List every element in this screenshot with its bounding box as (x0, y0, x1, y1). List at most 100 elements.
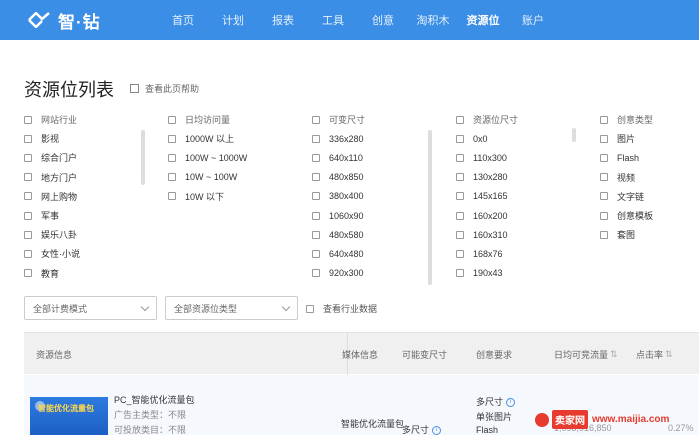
industry-scrollbar[interactable] (141, 130, 145, 185)
filter-option[interactable]: 文字链 (600, 187, 699, 206)
checkbox[interactable] (24, 115, 32, 124)
filter-option[interactable]: 影视 (24, 129, 144, 148)
filter-header[interactable]: 网站行业 (24, 110, 144, 129)
brand-logo[interactable]: 智·钻 (28, 8, 148, 33)
filter-option[interactable]: 160x310 (456, 225, 566, 244)
filter-option[interactable]: 100W ~ 1000W (168, 148, 298, 167)
filter-option[interactable]: 168x76 (456, 244, 566, 263)
checkbox[interactable] (312, 134, 320, 143)
filter-option[interactable]: 145x165 (456, 187, 566, 206)
checkbox[interactable] (312, 211, 320, 220)
filter-option[interactable]: 130x280 (456, 168, 566, 187)
filter-option[interactable]: 920x300 (312, 264, 432, 283)
resource-name[interactable]: PC_智能优化流量包 (114, 393, 195, 406)
checkbox[interactable] (168, 153, 176, 162)
slot-size-scrollbar[interactable] (572, 128, 576, 142)
checkbox[interactable] (456, 173, 464, 182)
filter-option[interactable]: 480x850 (312, 168, 432, 187)
filter-option[interactable]: 网上购物 (24, 187, 144, 206)
checkbox[interactable] (600, 230, 608, 239)
filter-option[interactable]: 110x300 (456, 148, 566, 167)
filter-option[interactable]: 380x400 (312, 187, 432, 206)
nav-item[interactable]: 资源位 (458, 12, 508, 28)
filter-option[interactable]: 336x280 (312, 129, 432, 148)
checkbox[interactable] (312, 269, 320, 278)
nav-item[interactable]: 创意 (358, 12, 408, 28)
checkbox[interactable] (456, 211, 464, 220)
checkbox[interactable] (456, 269, 464, 278)
help-link[interactable]: 查看此页帮助 (130, 82, 199, 95)
nav-item[interactable]: 工具 (308, 12, 358, 28)
checkbox[interactable] (600, 192, 608, 201)
checkbox[interactable] (24, 134, 32, 143)
nav-item[interactable]: 报表 (258, 12, 308, 28)
checkbox[interactable] (456, 230, 464, 239)
checkbox[interactable] (168, 173, 176, 182)
filter-option[interactable]: 160x200 (456, 206, 566, 225)
filter-option[interactable]: 军事 (24, 206, 144, 225)
checkbox[interactable] (312, 230, 320, 239)
filter-option[interactable]: 10W ~ 100W (168, 168, 298, 187)
industry-data-checkbox[interactable] (306, 304, 314, 313)
checkbox[interactable] (312, 115, 320, 124)
filter-option[interactable]: 640x480 (312, 244, 432, 263)
header-daily-traffic[interactable]: 日均可竞流量 ⇅ (554, 333, 618, 375)
nav-item[interactable]: 账户 (508, 12, 558, 28)
checkbox[interactable] (24, 211, 32, 220)
filter-option[interactable]: 1060x90 (312, 206, 432, 225)
filter-option[interactable]: 1000W 以上 (168, 129, 298, 148)
variable-size-scrollbar[interactable] (428, 130, 432, 285)
checkbox[interactable] (312, 192, 320, 201)
checkbox[interactable] (168, 115, 176, 124)
checkbox[interactable] (312, 173, 320, 182)
checkbox[interactable] (312, 153, 320, 162)
filter-option[interactable]: 图片 (600, 129, 699, 148)
checkbox[interactable] (456, 249, 464, 258)
checkbox[interactable] (456, 192, 464, 201)
filter-option[interactable]: 娱乐八卦 (24, 225, 144, 244)
resource-type-select[interactable]: 全部资源位类型 (165, 296, 298, 320)
checkbox[interactable] (312, 249, 320, 258)
checkbox[interactable] (600, 211, 608, 220)
filter-option[interactable]: 640x110 (312, 148, 432, 167)
nav-item[interactable]: 计划 (208, 12, 258, 28)
checkbox[interactable] (24, 249, 32, 258)
filter-option[interactable]: Flash (600, 148, 699, 167)
checkbox[interactable] (168, 134, 176, 143)
filter-header[interactable]: 日均访问量 (168, 110, 298, 129)
checkbox[interactable] (600, 153, 608, 162)
filter-option[interactable]: 教育 (24, 264, 144, 283)
filter-option[interactable]: 女性·小说 (24, 244, 144, 263)
checkbox[interactable] (600, 115, 608, 124)
filter-option[interactable]: 套图 (600, 225, 699, 244)
info-icon[interactable]: i (432, 426, 442, 436)
filter-option[interactable]: 地方门户 (24, 168, 144, 187)
checkbox[interactable] (24, 173, 32, 182)
checkbox[interactable] (456, 134, 464, 143)
checkbox[interactable] (456, 115, 464, 124)
checkbox[interactable] (24, 269, 32, 278)
nav-item[interactable]: 淘积木 (408, 12, 458, 28)
filter-header[interactable]: 创意类型 (600, 110, 699, 129)
checkbox[interactable] (600, 134, 608, 143)
plan-mode-select[interactable]: 全部计费模式 (24, 296, 157, 320)
checkbox[interactable] (24, 192, 32, 201)
sort-icon[interactable]: ⇅ (665, 349, 673, 360)
filter-option[interactable]: 10W 以下 (168, 187, 298, 206)
filter-header[interactable]: 资源位尺寸 (456, 110, 566, 129)
checkbox[interactable] (24, 153, 32, 162)
nav-item[interactable]: 首页 (158, 12, 208, 28)
sort-icon[interactable]: ⇅ (610, 349, 618, 360)
checkbox[interactable] (600, 173, 608, 182)
header-ctr[interactable]: 点击率 ⇅ (636, 333, 673, 375)
filter-option[interactable]: 创意模板 (600, 206, 699, 225)
filter-option[interactable]: 视频 (600, 168, 699, 187)
filter-option[interactable]: 综合门户 (24, 148, 144, 167)
filter-option[interactable]: 480x580 (312, 225, 432, 244)
checkbox[interactable] (168, 192, 176, 201)
filter-option[interactable]: 190x43 (456, 264, 566, 283)
filter-header[interactable]: 可变尺寸 (312, 110, 432, 129)
checkbox[interactable] (24, 230, 32, 239)
industry-data-toggle[interactable]: 查看行业数据 (306, 302, 377, 315)
info-icon[interactable]: i (506, 398, 516, 408)
